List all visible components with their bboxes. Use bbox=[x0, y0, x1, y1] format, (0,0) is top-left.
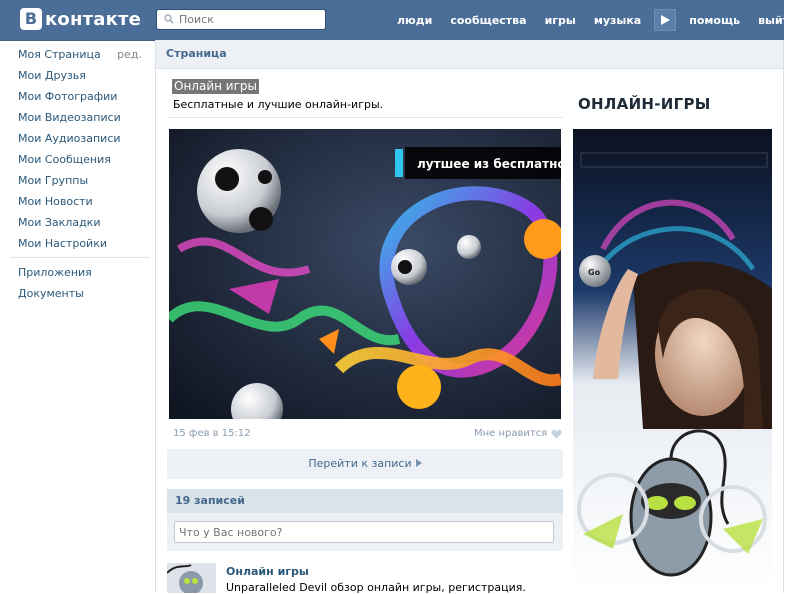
nav-logout[interactable]: выйти bbox=[749, 14, 806, 27]
menu-edit-link[interactable]: ред. bbox=[117, 44, 142, 65]
play-icon bbox=[660, 15, 670, 25]
group-name: Онлайн игры bbox=[172, 79, 259, 94]
post-author-link[interactable]: Онлайн игры bbox=[226, 565, 309, 578]
search-box[interactable] bbox=[156, 9, 326, 30]
logo-text: контакте bbox=[45, 8, 142, 30]
top-header: В контакте люди сообщества игры музыка п… bbox=[0, 0, 797, 41]
menu-applications[interactable]: Приложения bbox=[10, 262, 150, 283]
menu-my-messages[interactable]: Мои Сообщения bbox=[10, 149, 150, 170]
post-avatar[interactable] bbox=[167, 563, 216, 593]
menu-my-bookmarks[interactable]: Мои Закладки bbox=[10, 212, 150, 233]
group-description: Бесплатные и лучшие онлайн-игры. bbox=[173, 98, 384, 111]
post-image[interactable]: лутшее из бесплатного bbox=[169, 129, 561, 419]
post-text: Unparalleled Devil обзор онлайн игры, ре… bbox=[226, 581, 526, 594]
play-button[interactable] bbox=[654, 9, 677, 31]
heart-icon bbox=[551, 429, 562, 438]
nav-people[interactable]: люди bbox=[388, 14, 441, 27]
nav-help[interactable]: помощь bbox=[680, 14, 749, 27]
menu-my-page[interactable]: Моя Страница ред. bbox=[10, 44, 150, 65]
menu-my-audio[interactable]: Мои Аудиозаписи bbox=[10, 128, 150, 149]
image-caption: лутшее из бесплатного bbox=[417, 157, 561, 171]
top-nav: люди сообщества игры музыка помощь выйти bbox=[388, 0, 806, 40]
wall-count: 19 записей bbox=[175, 494, 245, 507]
menu-my-settings[interactable]: Мои Настройки bbox=[10, 233, 150, 254]
main-content: Страница Онлайн игры Бесплатные и лучшие… bbox=[155, 40, 784, 594]
logo-mark: В bbox=[20, 8, 42, 30]
vk-logo[interactable]: В контакте bbox=[20, 7, 141, 31]
wall-header: 19 записей bbox=[167, 489, 563, 513]
menu-divider bbox=[10, 257, 150, 258]
sidebar-banner[interactable]: Go bbox=[573, 129, 772, 593]
wall-post-box bbox=[167, 513, 563, 551]
menu-my-photos[interactable]: Мои Фотографии bbox=[10, 86, 150, 107]
banner-artwork: Go bbox=[573, 129, 772, 593]
page-header: Страница bbox=[156, 40, 783, 69]
go-label: Go bbox=[588, 268, 601, 277]
sidebar-title: ОНЛАЙН-ИГРЫ bbox=[578, 95, 711, 113]
post-artwork: лутшее из бесплатного bbox=[169, 129, 561, 419]
menu-my-groups[interactable]: Мои Группы bbox=[10, 170, 150, 191]
nav-communities[interactable]: сообщества bbox=[441, 14, 535, 27]
go-to-post-label: Перейти к записи bbox=[308, 457, 412, 470]
wall-post-input[interactable] bbox=[174, 521, 554, 543]
nav-music[interactable]: музыка bbox=[585, 14, 650, 27]
nav-games[interactable]: игры bbox=[536, 14, 585, 27]
search-icon bbox=[164, 14, 174, 24]
chevron-right-icon bbox=[415, 459, 422, 467]
post-date: 15 фев в 15:12 bbox=[173, 428, 251, 439]
search-input[interactable] bbox=[179, 12, 319, 27]
go-to-post-button[interactable]: Перейти к записи bbox=[167, 449, 563, 479]
avatar-image bbox=[167, 563, 216, 593]
page-section-title: Страница bbox=[166, 47, 227, 60]
divider bbox=[167, 117, 563, 118]
like-button[interactable]: Мне нравится bbox=[474, 428, 562, 439]
left-menu: Моя Страница ред. Мои Друзья Мои Фотогра… bbox=[10, 44, 150, 304]
menu-my-friends[interactable]: Мои Друзья bbox=[10, 65, 150, 86]
like-label: Мне нравится bbox=[474, 428, 548, 439]
menu-my-news[interactable]: Мои Новости bbox=[10, 191, 150, 212]
menu-documents[interactable]: Документы bbox=[10, 283, 150, 304]
menu-label: Моя Страница bbox=[18, 48, 101, 61]
menu-my-videos[interactable]: Мои Видеозаписи bbox=[10, 107, 150, 128]
